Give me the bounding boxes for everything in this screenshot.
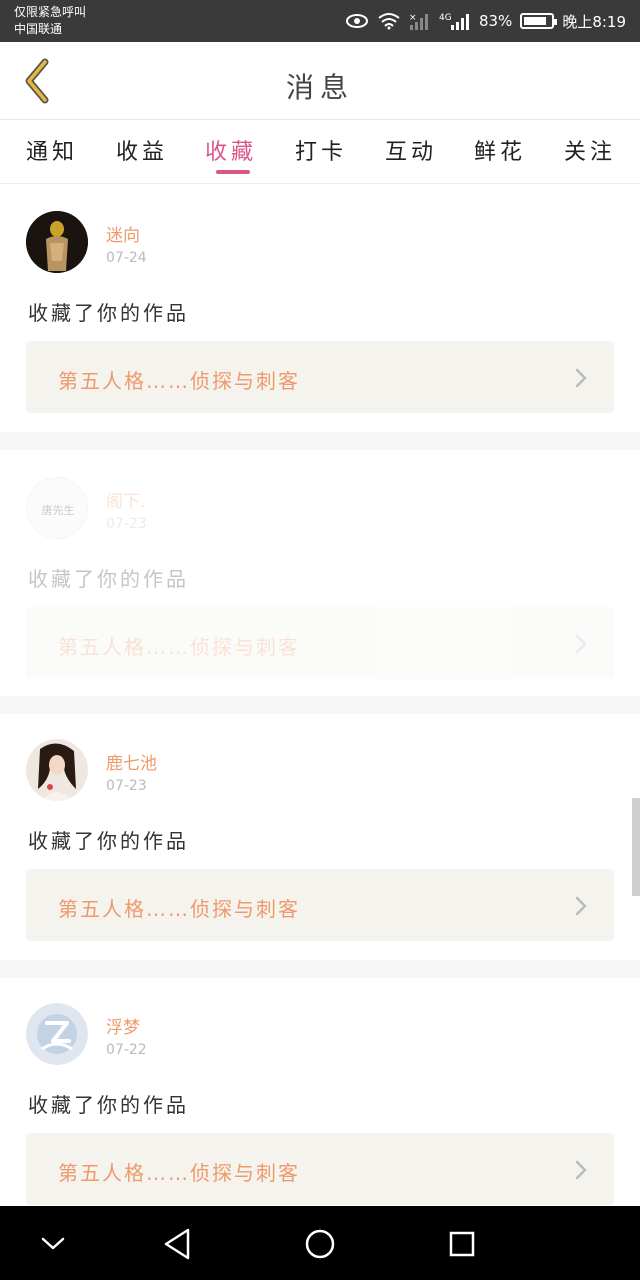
tab-label: 打卡	[294, 140, 347, 165]
message-date: 07-24	[106, 250, 147, 266]
avatar[interactable]	[26, 211, 88, 273]
tab-label: 通知	[25, 140, 78, 165]
tab-earnings[interactable]: 收益	[112, 134, 172, 166]
tab-label: 鲜花	[473, 140, 526, 165]
card-separator	[0, 432, 640, 450]
tab-interactions[interactable]: 互动	[381, 134, 441, 166]
page-title: 消息	[285, 71, 354, 104]
home-nav-button[interactable]	[300, 1224, 340, 1264]
card-separator	[0, 696, 640, 714]
work-link[interactable]: 第五人格……侦探与刺客	[26, 341, 614, 413]
message-text: 收藏了你的作品	[28, 567, 189, 591]
network-type: 4G	[439, 13, 452, 23]
chevron-right-icon	[575, 1160, 587, 1180]
message-text: 收藏了你的作品	[28, 829, 189, 853]
status-time: 晚上8:19	[562, 12, 626, 31]
chevron-right-icon	[575, 896, 587, 916]
message-card: 唐先生 阁下. 07-23 收藏了你的作品 第五人格……侦探与刺客	[0, 450, 640, 696]
tab-label: 收益	[115, 140, 168, 165]
carrier-line2: 中国联通	[14, 22, 63, 36]
svg-text:×: ×	[409, 13, 417, 23]
signal-4g-icon: 4G	[439, 12, 471, 30]
carrier-line1: 仅限紧急呼叫	[14, 5, 87, 19]
work-link[interactable]: 第五人格……侦探与刺客	[26, 607, 614, 679]
message-card: 迷向 07-24 收藏了你的作品 第五人格……侦探与刺客	[0, 184, 640, 432]
collapse-nav-button[interactable]	[33, 1224, 73, 1264]
username[interactable]: 浮梦	[106, 1013, 140, 1038]
tab-flowers[interactable]: 鲜花	[470, 134, 530, 166]
avatar[interactable]: 唐先生	[26, 477, 88, 539]
eye-icon	[345, 13, 369, 29]
signal-icon: ×	[409, 12, 431, 30]
work-title: 第五人格……侦探与刺客	[58, 369, 300, 393]
chevron-right-icon	[575, 368, 587, 388]
avatar[interactable]	[26, 1003, 88, 1065]
message-text: 收藏了你的作品	[28, 301, 189, 325]
navigation-bar	[0, 1206, 640, 1280]
header: 消息	[0, 42, 640, 120]
avatar-text: 唐先生	[42, 503, 75, 517]
default-avatar-icon	[26, 1003, 88, 1065]
message-card: 浮梦 07-22 收藏了你的作品 第五人格……侦探与刺客	[0, 978, 640, 1206]
status-icons: × 4G 83% 晚上8:19	[345, 8, 626, 34]
carrier-info: 仅限紧急呼叫 中国联通	[14, 4, 86, 38]
tab-favorites[interactable]: 收藏	[201, 134, 261, 174]
work-title: 第五人格……侦探与刺客	[58, 635, 300, 659]
avatar[interactable]	[26, 739, 88, 801]
faded-content: 唐先生 阁下. 07-23 收藏了你的作品 第五人格……侦探与刺客	[0, 450, 640, 696]
battery-icon	[520, 13, 558, 29]
tab-notifications[interactable]: 通知	[22, 134, 82, 166]
username[interactable]: 阁下.	[106, 487, 145, 512]
scrollbar-thumb[interactable]	[632, 798, 640, 896]
username[interactable]: 鹿七池	[106, 749, 157, 774]
message-text: 收藏了你的作品	[28, 1093, 189, 1117]
status-bar: 仅限紧急呼叫 中国联通 × 4G 83% 晚上8:19	[0, 0, 640, 42]
message-card: 鹿七池 07-23 收藏了你的作品 第五人格……侦探与刺客	[0, 714, 640, 960]
tab-bar: 通知 收益 收藏 打卡 互动 鲜花 关注	[0, 120, 640, 184]
tab-checkin[interactable]: 打卡	[291, 134, 351, 166]
recent-square-icon	[449, 1231, 475, 1257]
back-triangle-icon	[164, 1228, 190, 1260]
tab-label: 关注	[563, 140, 616, 165]
tab-following[interactable]: 关注	[560, 134, 620, 166]
work-title: 第五人格……侦探与刺客	[58, 897, 300, 921]
work-link[interactable]: 第五人格……侦探与刺客	[26, 869, 614, 941]
battery-percent: 83%	[478, 12, 513, 30]
card-separator	[0, 960, 640, 978]
recents-nav-button[interactable]	[442, 1224, 482, 1264]
home-circle-icon	[305, 1229, 335, 1259]
message-date: 07-22	[106, 1042, 147, 1058]
back-nav-button[interactable]	[157, 1224, 197, 1264]
active-tab-indicator	[216, 170, 250, 174]
message-date: 07-23	[106, 516, 147, 532]
wifi-icon	[377, 12, 401, 30]
battery-fill	[524, 17, 546, 25]
tab-label: 收藏	[204, 140, 257, 165]
tab-label: 互动	[384, 140, 437, 165]
chevron-right-icon	[575, 634, 587, 654]
username[interactable]: 迷向	[106, 221, 140, 246]
work-title: 第五人格……侦探与刺客	[58, 1161, 300, 1185]
chevron-down-icon	[41, 1237, 65, 1250]
message-date: 07-23	[106, 778, 147, 794]
work-link[interactable]: 第五人格……侦探与刺客	[26, 1133, 614, 1205]
